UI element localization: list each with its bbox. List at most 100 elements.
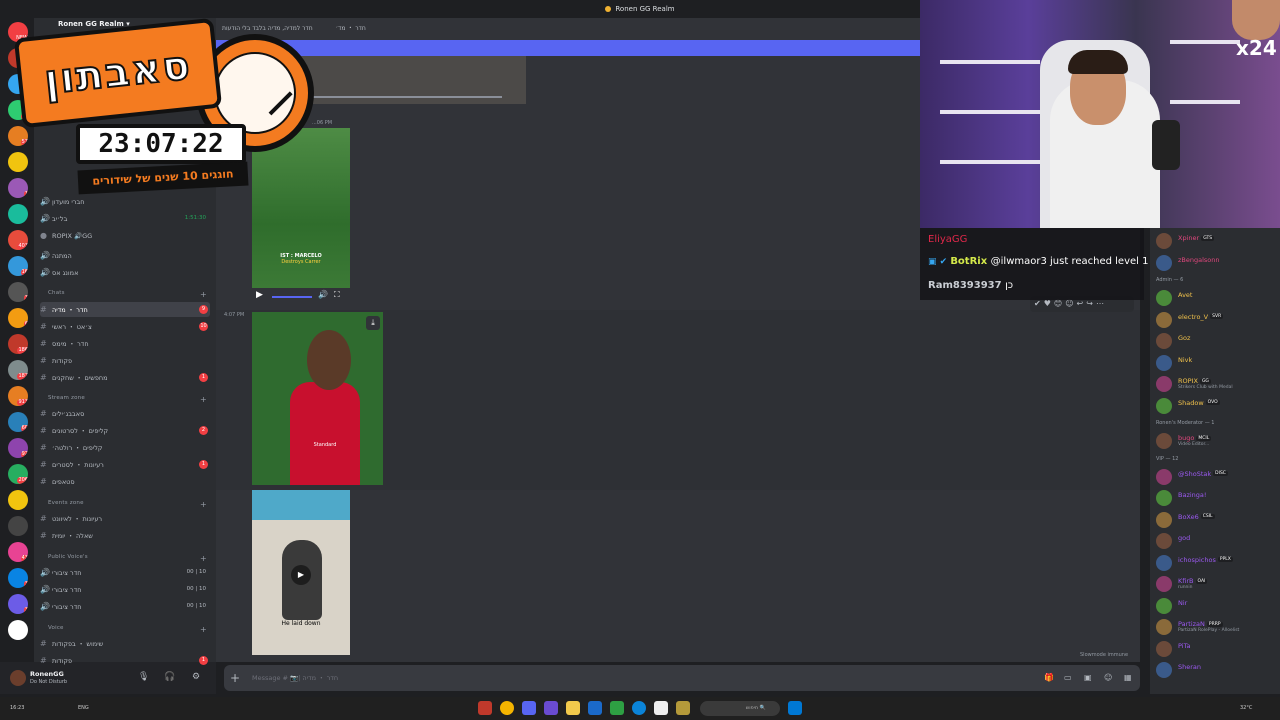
server-icon[interactable]: 403 xyxy=(8,230,28,250)
avatar[interactable] xyxy=(10,670,26,686)
member-item[interactable]: Goz xyxy=(1156,332,1280,350)
chrome-icon[interactable] xyxy=(500,701,514,715)
channel-item[interactable]: # רעיונות ・ לסטרים 1 xyxy=(40,457,210,472)
member-item[interactable]: KfirB OAI runnin xyxy=(1156,575,1280,593)
member-item[interactable]: PiTa xyxy=(1156,640,1280,658)
video-embed[interactable]: Standard ⤓ xyxy=(252,312,383,485)
server-icon[interactable]: 6 xyxy=(8,308,28,328)
channel-item[interactable]: 🔊 בל׳יב 1:51:30 xyxy=(40,211,210,226)
server-icon[interactable]: 60 xyxy=(8,412,28,432)
channel-item[interactable]: # קליפים ・ לסרטונים 2 xyxy=(40,423,210,438)
server-icon[interactable]: 16 xyxy=(8,256,28,276)
server-icon[interactable]: 3 xyxy=(8,568,28,588)
video-embed[interactable]: ▶ He laid down xyxy=(252,490,350,655)
volume-icon[interactable]: 🔊 xyxy=(318,290,328,299)
gift-icon[interactable]: 🎁 xyxy=(1044,665,1054,691)
member-item[interactable]: Nivk xyxy=(1156,354,1280,372)
member-item[interactable]: zBengalsonn xyxy=(1156,254,1280,272)
channel-item[interactable]: # סאבבג׳ילים xyxy=(40,406,210,421)
channel-item[interactable]: # שימוש ・ בפקודות xyxy=(40,636,210,651)
add-channel-icon[interactable]: + xyxy=(200,554,207,563)
app-icon[interactable] xyxy=(544,701,558,715)
channel-category[interactable]: Public Voice's + xyxy=(48,554,207,563)
plus-icon[interactable]: + xyxy=(230,665,240,691)
search-input[interactable]: חיפוש 🔍 xyxy=(700,701,780,716)
notification-banner[interactable] xyxy=(216,40,920,56)
emoji-icon[interactable]: ☺ xyxy=(1104,665,1112,691)
member-item[interactable]: Shadow OVO xyxy=(1156,397,1280,415)
server-icon[interactable]: 187 xyxy=(8,360,28,380)
member-item[interactable]: PartizaN PRRP PartizaN RolePlay - Alloelis… xyxy=(1156,618,1280,636)
windows-start-icon[interactable] xyxy=(788,701,802,715)
message-input[interactable]: Message # 📷| חדר ・ מדיה xyxy=(252,665,338,691)
member-item[interactable]: Nir xyxy=(1156,597,1280,615)
server-icon[interactable]: 92 xyxy=(8,438,28,458)
server-icon[interactable] xyxy=(8,490,28,510)
server-icon[interactable]: 186 xyxy=(8,334,28,354)
server-icon[interactable]: 43 xyxy=(8,542,28,562)
channel-item[interactable]: # חדר ・ מדיה 9 xyxy=(40,302,210,317)
add-channel-icon[interactable]: + xyxy=(200,625,207,634)
channel-category[interactable]: Events zone + xyxy=(48,500,207,509)
channel-item[interactable]: # חדר ・ מימס xyxy=(40,336,210,351)
add-channel-icon[interactable]: + xyxy=(200,290,207,299)
server-icon[interactable]: 3 xyxy=(8,282,28,302)
member-item[interactable]: ROPIX GG Strikers Club with Medal xyxy=(1156,375,1280,393)
message-composer[interactable]: + Message # 📷| חדר ・ מדיה 🎁 ▭ ▣ ☺ ▦ xyxy=(224,665,1140,691)
download-icon[interactable]: ⤓ xyxy=(366,316,380,330)
channel-item[interactable]: # צ׳אט ・ ראשי 10 xyxy=(40,319,210,334)
server-icon[interactable] xyxy=(8,204,28,224)
server-icon[interactable] xyxy=(8,620,28,640)
channel-item[interactable]: # קליפים ・ רולטה׳ xyxy=(40,440,210,455)
channel-item[interactable]: 🔊 המתנה xyxy=(40,248,210,263)
server-icon[interactable] xyxy=(8,516,28,536)
member-item[interactable]: Avet xyxy=(1156,289,1280,307)
member-item[interactable]: Bazinga! xyxy=(1156,489,1280,507)
server-icon[interactable]: 913 xyxy=(8,386,28,406)
channel-item[interactable]: 🔊 חברי מועדון xyxy=(40,194,210,209)
member-item[interactable]: bugo MCIL Video Editor... xyxy=(1156,432,1280,450)
language-indicator[interactable]: ENG xyxy=(78,697,89,720)
member-item[interactable]: @ShoStak DISC xyxy=(1156,468,1280,486)
steam-icon[interactable] xyxy=(588,701,602,715)
app-icon[interactable] xyxy=(610,701,624,715)
apps-icon[interactable]: ▦ xyxy=(1124,665,1132,691)
add-channel-icon[interactable]: + xyxy=(200,395,207,404)
folder-icon[interactable] xyxy=(566,701,580,715)
channel-item[interactable]: # מחפשים ・ שחקנים 1 xyxy=(40,370,210,385)
member-item[interactable]: ichospichos PPLX xyxy=(1156,554,1280,572)
member-item[interactable]: electro_V SVR xyxy=(1156,311,1280,329)
play-icon[interactable]: ▶ xyxy=(256,290,263,300)
server-icon[interactable]: 3 xyxy=(8,594,28,614)
channel-item[interactable]: 🔊 אמונג אס xyxy=(40,265,210,280)
channel-item[interactable]: # שאלה ・ יומית xyxy=(40,528,210,543)
channel-item[interactable]: # פקודות xyxy=(40,353,210,368)
gear-icon[interactable]: ⚙ xyxy=(192,672,200,682)
member-item[interactable]: Xpiner GTS xyxy=(1156,232,1280,250)
channel-item[interactable]: # רעיונות ・ לאיוונט xyxy=(40,511,210,526)
channel-item[interactable]: # סטאפים xyxy=(40,474,210,489)
server-icon[interactable]: 206 xyxy=(8,464,28,484)
channel-item[interactable]: 🔊 חדר ציבורי 00 | 10 xyxy=(40,599,210,614)
channel-category[interactable]: Chats + xyxy=(48,290,207,299)
edge-icon[interactable] xyxy=(632,701,646,715)
member-item[interactable]: BoXe6 CSIL xyxy=(1156,511,1280,529)
fullscreen-icon[interactable]: ⛶ xyxy=(334,290,340,300)
sticker-icon[interactable]: ▣ xyxy=(1084,665,1092,691)
member-item[interactable]: Sheran xyxy=(1156,661,1280,679)
channel-item[interactable]: ● ROPIX 🔊GG xyxy=(40,228,210,243)
channel-category[interactable]: Stream zone + xyxy=(48,395,207,404)
add-channel-icon[interactable]: + xyxy=(200,500,207,509)
channel-item[interactable]: 🔊 חדר ציבורי 00 | 10 xyxy=(40,565,210,580)
video-progress[interactable] xyxy=(312,96,502,98)
play-icon[interactable]: ▶ xyxy=(291,565,311,585)
video-progress[interactable] xyxy=(272,296,312,298)
gif-icon[interactable]: ▭ xyxy=(1064,665,1072,691)
channel-item[interactable]: 🔊 חדר ציבורי 00 | 10 xyxy=(40,582,210,597)
app-icon[interactable] xyxy=(676,701,690,715)
app-icon[interactable] xyxy=(478,701,492,715)
member-item[interactable]: god xyxy=(1156,532,1280,550)
channel-category[interactable]: Voice + xyxy=(48,625,207,634)
headphones-icon[interactable]: 🎧 xyxy=(164,672,175,682)
microphone-icon[interactable]: 🎙 xyxy=(138,672,149,682)
